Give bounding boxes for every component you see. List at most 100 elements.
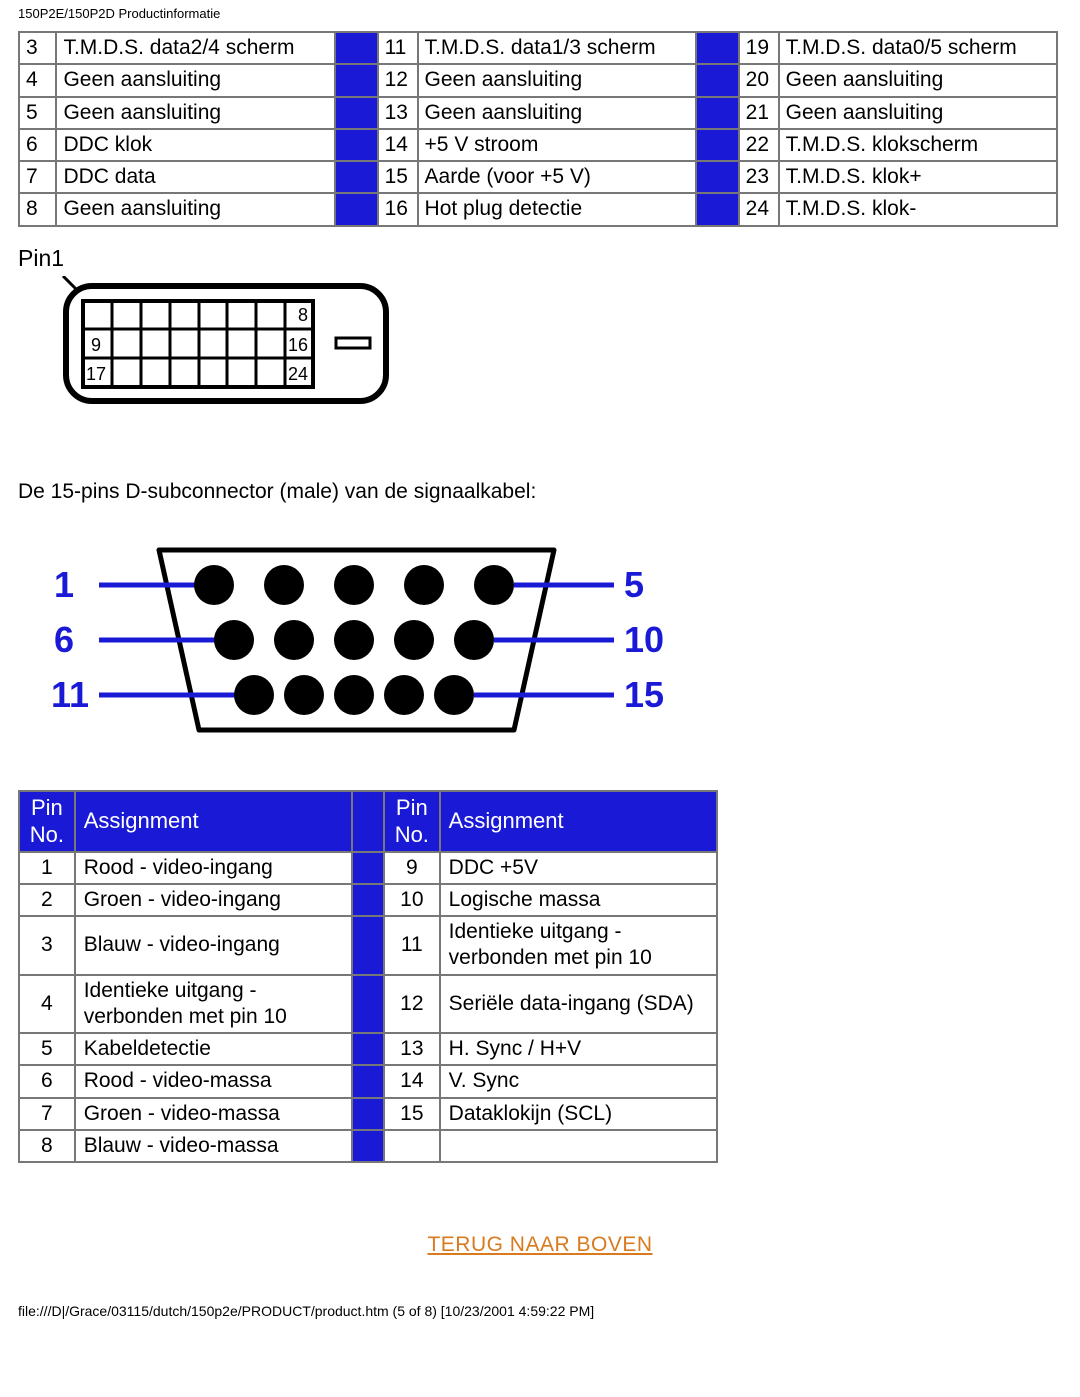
dvi-label-17: 17 [86,364,106,384]
table-separator [696,193,739,225]
pin-number: 13 [384,1033,440,1065]
pin-number: 12 [378,64,418,96]
table-separator [335,97,378,129]
dvi-label-24: 24 [288,364,308,384]
pin-number: 7 [19,161,56,193]
col-header-assign: Assignment [440,791,717,852]
pin-desc: Geen aansluiting [56,97,334,129]
table-row: 8Blauw - video-massa [19,1130,717,1162]
table-separator [696,161,739,193]
pin-desc: Dataklokijn (SCL) [440,1098,717,1130]
pin-number: 1 [19,852,75,884]
table-separator [352,1098,384,1130]
dvi-label-16: 16 [288,335,308,355]
dvi-label-9: 9 [91,335,101,355]
pin-desc: DDC data [56,161,334,193]
dvi-label-8: 8 [298,305,308,325]
pin-desc: T.M.D.S. klok+ [779,161,1057,193]
dsub-label-6: 6 [54,619,74,660]
pin-desc: Geen aansluiting [779,64,1057,96]
table-separator [335,64,378,96]
pin-desc [440,1130,717,1162]
pin-number: 8 [19,1130,75,1162]
pin-number: 4 [19,975,75,1034]
pin-desc: V. Sync [440,1065,717,1097]
table-row: 3Blauw - video-ingang11Identieke uitgang… [19,916,717,975]
pin-desc: DDC klok [56,129,334,161]
table-row: 7Groen - video-massa15Dataklokijn (SCL) [19,1098,717,1130]
pin-desc: DDC +5V [440,852,717,884]
table-separator [696,64,739,96]
table-separator [352,791,384,852]
table-row: 8Geen aansluiting16Hot plug detectie24T.… [19,193,1057,225]
table-separator [352,1033,384,1065]
pin-desc: Groen - video-massa [75,1098,352,1130]
pin-number: 11 [378,32,418,64]
pin-number: 22 [739,129,779,161]
pin-number: 4 [19,64,56,96]
dsub-connector-diagram: 1 6 11 5 10 15 [44,530,664,750]
pin-number: 2 [19,884,75,916]
back-to-top-link[interactable]: TERUG NAAR BOVEN [18,1233,1062,1257]
table-separator [696,129,739,161]
pin-number: 23 [739,161,779,193]
page-header: 150P2E/150P2D Productinformatie [18,0,1062,31]
pin-desc: Blauw - video-ingang [75,916,352,975]
pin-desc: Identieke uitgang - verbonden met pin 10 [440,916,717,975]
table-row: 1Rood - video-ingang9DDC +5V [19,852,717,884]
table-separator [335,161,378,193]
dvi-connector-diagram: 8 9 16 17 24 [18,276,398,416]
pin-desc: +5 V stroom [418,129,696,161]
table-separator [352,884,384,916]
pin-desc: T.M.D.S. klokscherm [779,129,1057,161]
dsub-label-10: 10 [624,619,664,660]
table-row: 6DDC klok14+5 V stroom22T.M.D.S. kloksch… [19,129,1057,161]
pin-number: 24 [739,193,779,225]
pin-number: 13 [378,97,418,129]
pin-number: 8 [19,193,56,225]
pin-number: 14 [384,1065,440,1097]
pin-number: 12 [384,975,440,1034]
table-row: 4Geen aansluiting12Geen aansluiting20Gee… [19,64,1057,96]
pin-number: 19 [739,32,779,64]
pin-desc: T.M.D.S. data0/5 scherm [779,32,1057,64]
dsub-label-1: 1 [54,564,74,605]
table-row: 5Geen aansluiting13Geen aansluiting21Gee… [19,97,1057,129]
table-separator [696,32,739,64]
table-row: 7DDC data15Aarde (voor +5 V)23T.M.D.S. k… [19,161,1057,193]
pin-number: 6 [19,129,56,161]
pin-desc: T.M.D.S. data1/3 scherm [418,32,696,64]
pin-number: 3 [19,32,56,64]
pin-desc: Identieke uitgang - verbonden met pin 10 [75,975,352,1034]
table-separator [335,193,378,225]
pin-desc: Groen - video-ingang [75,884,352,916]
dsub-label-15: 15 [624,674,664,715]
pin-number [384,1130,440,1162]
table-row: 2Groen - video-ingang 10Logische massa [19,884,717,916]
pin-desc: Logische massa [440,884,717,916]
pin-number: 9 [384,852,440,884]
table-separator [352,975,384,1034]
pin1-label: Pin1 [18,245,1062,272]
dsub-caption: De 15-pins D-subconnector (male) van de … [18,480,1062,504]
col-header-pin: Pin No. [384,791,440,852]
table-separator [352,1065,384,1097]
table-separator [352,1130,384,1162]
pin-desc: Geen aansluiting [418,97,696,129]
pin-number: 10 [384,884,440,916]
pin-desc: Blauw - video-massa [75,1130,352,1162]
pin-desc: Geen aansluiting [779,97,1057,129]
table-row: 5Kabeldetectie13H. Sync / H+V [19,1033,717,1065]
pin-desc: Kabeldetectie [75,1033,352,1065]
pin-number: 21 [739,97,779,129]
footer-path: file:///D|/Grace/03115/dutch/150p2e/PROD… [18,1303,1062,1319]
pin-number: 15 [384,1098,440,1130]
col-header-pin: Pin No. [19,791,75,852]
table-separator [335,129,378,161]
table-separator [352,852,384,884]
pin-desc: Geen aansluiting [56,64,334,96]
pin-number: 15 [378,161,418,193]
dsub-label-11: 11 [51,674,89,715]
table-separator [335,32,378,64]
pin-number: 5 [19,1033,75,1065]
